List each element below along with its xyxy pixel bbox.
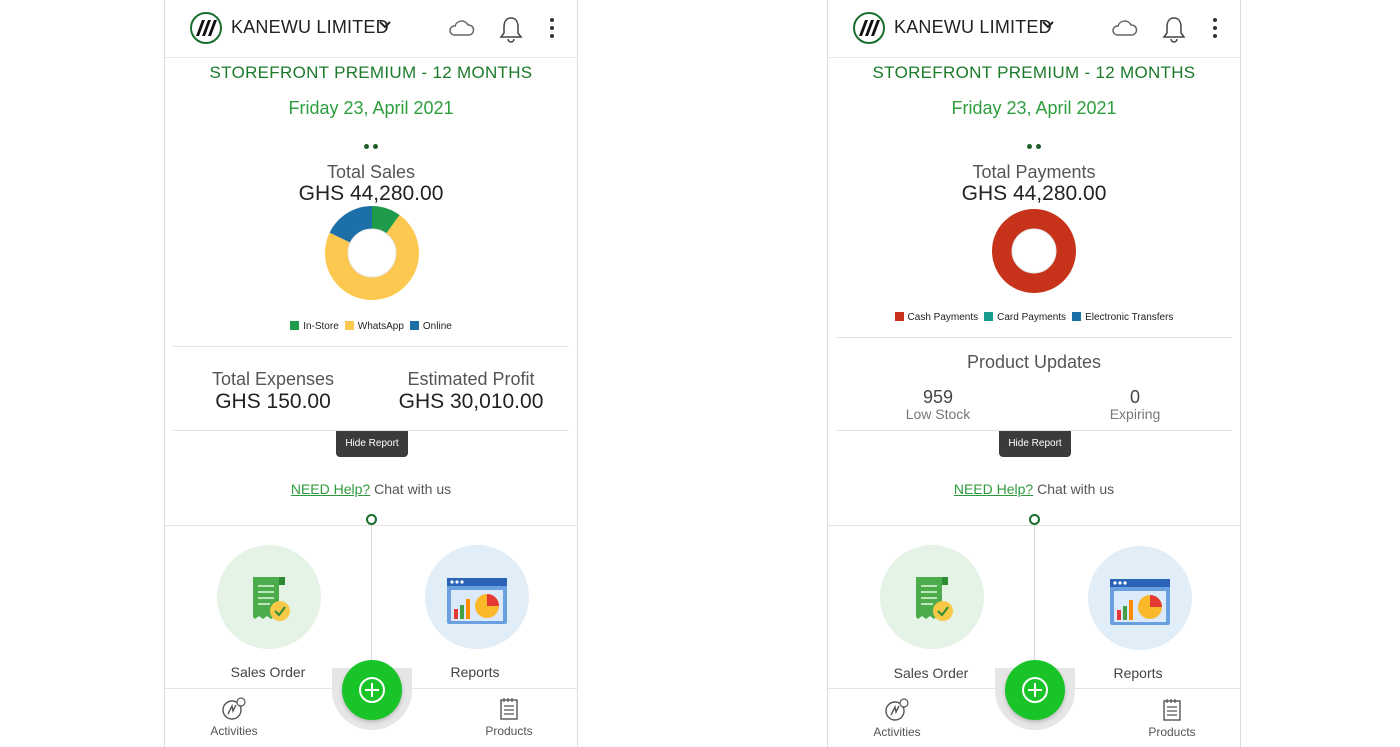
phone-screen-payments: KANEWU LIMITED STOREFRONT PREMIUM - 12 M… (827, 0, 1241, 747)
sales-chart-legend: In-Store WhatsApp Online (165, 321, 577, 332)
hide-report-button[interactable]: Hide Report (336, 431, 408, 457)
need-help-link[interactable]: NEED Help? (291, 481, 370, 497)
chevron-down-icon[interactable] (1041, 20, 1055, 30)
payments-donut-chart (992, 209, 1076, 293)
report-chart-icon (447, 578, 507, 624)
activities-icon (222, 697, 246, 720)
sales-order-tile[interactable] (217, 545, 321, 649)
expiring-label[interactable]: Expiring (1035, 406, 1235, 422)
top-bar: KANEWU LIMITED (165, 0, 577, 58)
donut-hole (1011, 228, 1057, 274)
report-chart-icon (1110, 579, 1170, 625)
nav-products-label: Products (1148, 725, 1196, 739)
help-line: NEED Help? Chat with us (828, 481, 1240, 497)
cloud-icon[interactable] (1110, 18, 1138, 38)
reports-label[interactable]: Reports (1048, 665, 1228, 681)
total-payments-value: GHS 44,280.00 (961, 182, 1107, 205)
legend-label: WhatsApp (357, 321, 404, 332)
nav-products[interactable]: Products (1112, 698, 1232, 739)
receipt-icon (253, 577, 290, 621)
low-stock-label[interactable]: Low Stock (838, 406, 1038, 422)
grid-center-dot (366, 514, 377, 525)
nav-activities-label: Activities (873, 725, 921, 739)
payments-chart-legend: Cash Payments Card Payments Electronic Tra… (828, 312, 1240, 323)
company-logo[interactable] (853, 12, 885, 44)
legend-item-electronic-transfers[interactable]: Electronic Transfers (1072, 312, 1173, 323)
total-payments-label: Total Payments (972, 162, 1096, 182)
reports-tile[interactable] (1088, 546, 1192, 650)
nav-products-label: Products (485, 724, 533, 738)
company-logo[interactable] (190, 12, 222, 44)
total-expenses-value: GHS 150.00 (215, 390, 331, 413)
divider (836, 337, 1232, 338)
report-date: Friday 23, April 2021 (288, 98, 454, 118)
sales-order-label[interactable]: Sales Order (841, 665, 1021, 681)
legend-item-online[interactable]: Online (409, 321, 452, 332)
more-vert-icon[interactable] (1212, 17, 1218, 39)
legend-item-card-payments[interactable]: Card Payments (984, 312, 1066, 323)
receipt-icon (916, 577, 953, 621)
legend-swatch (409, 321, 419, 330)
company-name[interactable]: KANEWU LIMITED (231, 17, 389, 38)
expiring-count[interactable]: 0 (1035, 387, 1235, 408)
products-icon (500, 698, 518, 720)
legend-label: Electronic Transfers (1085, 312, 1174, 323)
estimated-profit-label: Estimated Profit (407, 369, 535, 389)
nav-activities[interactable]: Activities (837, 698, 957, 739)
chevron-down-icon[interactable] (378, 20, 392, 30)
cloud-icon[interactable] (447, 18, 475, 38)
chat-with-us-text[interactable]: Chat with us (1037, 481, 1114, 497)
plan-title: STOREFRONT PREMIUM - 12 MONTHS (872, 63, 1196, 82)
legend-swatch (344, 321, 354, 330)
estimated-profit-value: GHS 30,010.00 (398, 390, 544, 413)
help-line: NEED Help? Chat with us (165, 481, 577, 497)
donut-hole (347, 228, 397, 278)
add-icon (1022, 677, 1048, 703)
plan-title: STOREFRONT PREMIUM - 12 MONTHS (209, 63, 533, 82)
bell-icon[interactable] (1162, 15, 1186, 43)
hide-report-button[interactable]: Hide Report (999, 431, 1071, 457)
products-icon (1163, 699, 1181, 721)
report-date: Friday 23, April 2021 (951, 98, 1117, 118)
company-name[interactable]: KANEWU LIMITED (894, 17, 1052, 38)
total-expenses-label: Total Expenses (211, 369, 335, 389)
legend-label: Card Payments (997, 312, 1067, 323)
top-bar: KANEWU LIMITED (828, 0, 1240, 58)
grid-center-dot (1029, 514, 1040, 525)
nav-activities[interactable]: Activities (174, 697, 294, 738)
divider (173, 346, 569, 347)
phone-screen-sales: KANEWU LIMITED STOREFRONT PREMIUM - 12 M… (164, 0, 578, 747)
legend-item-in-store[interactable]: In-Store (290, 321, 339, 332)
page-indicator[interactable] (828, 136, 1240, 154)
total-sales-label: Total Sales (326, 162, 416, 182)
legend-swatch (1072, 312, 1082, 321)
bell-icon[interactable] (499, 15, 523, 43)
legend-swatch (984, 312, 994, 321)
total-sales-value: GHS 44,280.00 (298, 182, 444, 205)
activities-icon (885, 698, 909, 721)
add-button[interactable] (1005, 660, 1065, 720)
legend-swatch (290, 321, 300, 330)
legend-item-whatsapp[interactable]: WhatsApp (344, 321, 404, 332)
legend-item-cash-payments[interactable]: Cash Payments (894, 312, 979, 323)
legend-label: Online (422, 321, 452, 332)
nav-activities-label: Activities (210, 724, 258, 738)
sales-order-label[interactable]: Sales Order (178, 664, 358, 680)
need-help-link[interactable]: NEED Help? (954, 481, 1033, 497)
sales-order-tile[interactable] (880, 545, 984, 649)
product-updates-title: Product Updates (966, 352, 1102, 372)
legend-swatch (894, 312, 904, 321)
chat-with-us-text[interactable]: Chat with us (374, 481, 451, 497)
more-vert-icon[interactable] (549, 17, 555, 39)
reports-label[interactable]: Reports (385, 664, 565, 680)
page-indicator[interactable] (165, 136, 577, 154)
legend-label: Cash Payments (907, 312, 979, 323)
sales-donut-chart (325, 206, 419, 300)
legend-label: In-Store (303, 321, 339, 332)
add-icon (359, 677, 385, 703)
low-stock-count[interactable]: 959 (838, 387, 1038, 408)
reports-tile[interactable] (425, 545, 529, 649)
nav-products[interactable]: Products (449, 697, 569, 738)
add-button[interactable] (342, 660, 402, 720)
